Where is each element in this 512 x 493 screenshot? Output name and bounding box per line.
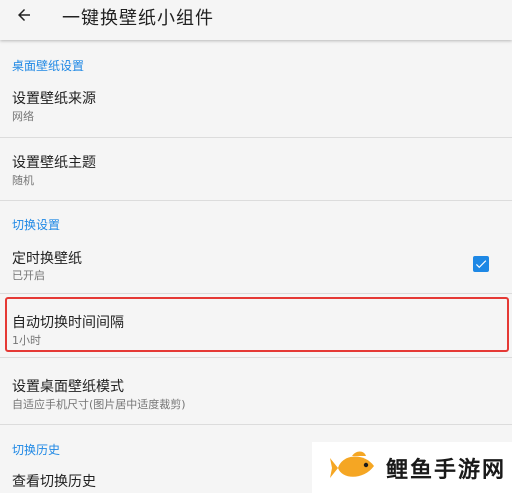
pref-summary: 网络 xyxy=(12,110,34,123)
divider xyxy=(0,357,512,358)
pref-summary: 随机 xyxy=(12,174,34,187)
divider xyxy=(0,424,512,425)
check-icon xyxy=(475,260,487,269)
timed-switch-checkbox[interactable] xyxy=(473,256,489,272)
page-title: 一键换壁纸小组件 xyxy=(62,8,214,29)
pref-timed-switch[interactable]: 定时换壁纸 已开启 xyxy=(0,240,512,292)
pref-summary: 自适应手机尺寸(图片居中适度裁剪) xyxy=(12,398,186,411)
pref-title: 设置壁纸主题 xyxy=(12,155,96,171)
section-header-switch-history: 切换历史 xyxy=(12,443,61,457)
pref-wallpaper-theme[interactable]: 设置壁纸主题 随机 xyxy=(0,138,512,198)
pref-title: 定时换壁纸 xyxy=(12,251,82,267)
section-header-desktop-wallpaper: 桌面壁纸设置 xyxy=(12,59,85,73)
divider xyxy=(0,293,512,294)
fish-logo-icon xyxy=(330,451,374,478)
pref-summary: 已开启 xyxy=(12,269,45,282)
pref-title: 设置壁纸来源 xyxy=(12,91,96,107)
pref-title: 设置桌面壁纸模式 xyxy=(12,379,124,395)
back-button[interactable] xyxy=(6,0,42,30)
pref-wallpaper-mode[interactable]: 设置桌面壁纸模式 自适应手机尺寸(图片居中适度裁剪) xyxy=(0,360,512,422)
divider xyxy=(0,200,512,201)
highlight-box xyxy=(5,297,509,352)
watermark: 鲤鱼手游网 xyxy=(312,442,512,493)
watermark-text: 鲤鱼手游网 xyxy=(386,457,507,483)
arrow-left-icon xyxy=(18,9,30,21)
pref-title: 查看切换历史 xyxy=(12,474,96,490)
app-bar: 一键换壁纸小组件 xyxy=(0,0,512,40)
section-header-switch-settings: 切换设置 xyxy=(12,218,61,232)
pref-wallpaper-source[interactable]: 设置壁纸来源 网络 xyxy=(0,80,512,136)
